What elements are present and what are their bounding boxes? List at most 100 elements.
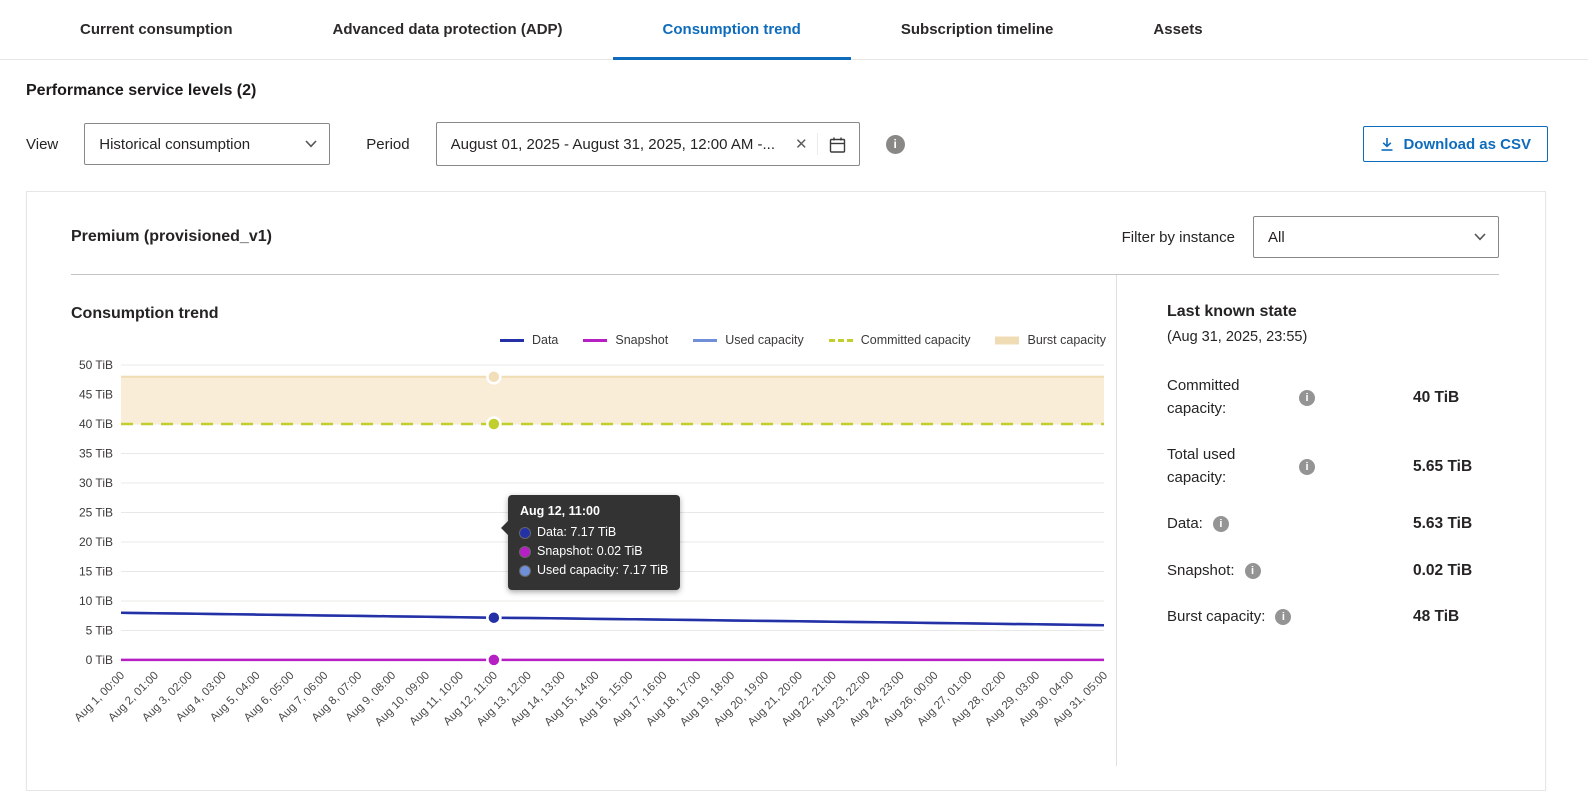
card-body: Consumption trend Data Snapshot Used capac… [27, 275, 1545, 766]
state-value: 5.63 TiB [1413, 515, 1499, 533]
state-label: Committed capacity: [1167, 375, 1289, 420]
legend-label: Snapshot [615, 333, 668, 347]
series-line-data [121, 613, 1104, 625]
y-tick-label: 0 TiB [86, 653, 113, 667]
state-row-snapshot: Snapshot: i 0.02 TiB [1167, 560, 1499, 583]
legend-item-used-capacity[interactable]: Used capacity [692, 333, 804, 347]
legend-swatch-data [499, 336, 525, 345]
state-label-wrap: Burst capacity: i [1167, 606, 1413, 629]
legend-label: Committed capacity [861, 333, 971, 347]
state-value: 48 TiB [1413, 608, 1499, 626]
view-dropdown[interactable]: Historical consumption [84, 123, 330, 165]
marker-burst-capacity[interactable] [487, 370, 500, 383]
state-rows: Committed capacity: i 40 TiB Total used cap… [1167, 375, 1499, 629]
state-row-burst-capacity: Burst capacity: i 48 TiB [1167, 606, 1499, 629]
tab-label: Advanced data protection (ADP) [333, 21, 563, 38]
legend-swatch-snapshot [582, 336, 608, 345]
y-tick-label: 5 TiB [86, 624, 113, 638]
chart-tooltip: Aug 12, 11:00 Data: 7.17 TiBSnapshot: 0.… [508, 495, 680, 590]
legend-item-burst-capacity[interactable]: Burst capacity [994, 333, 1106, 347]
y-tick-label: 35 TiB [79, 447, 113, 461]
y-tick-label: 20 TiB [79, 535, 113, 549]
state-label-wrap: Total used capacity:i [1167, 444, 1413, 489]
state-label-wrap: Committed capacity: i [1167, 375, 1413, 420]
info-icon-data[interactable]: i [1213, 516, 1229, 532]
tooltip-rows: Data: 7.17 TiBSnapshot: 0.02 TiBUsed cap… [520, 523, 668, 580]
state-label-wrap: Snapshot: i [1167, 560, 1413, 583]
tooltip-row: Snapshot: 0.02 TiB [520, 542, 668, 561]
period-value: August 01, 2025 - August 31, 2025, 12:00… [451, 136, 786, 153]
chart-section: Consumption trend Data Snapshot Used capac… [27, 275, 1116, 766]
info-icon-snapshot[interactable]: i [1245, 563, 1261, 579]
state-value: 5.65 TiB [1413, 458, 1499, 476]
marker-snapshot[interactable] [487, 653, 500, 666]
y-tick-label: 30 TiB [79, 476, 113, 490]
legend-item-data[interactable]: Data [499, 333, 558, 347]
info-icon-committed-capacity[interactable]: i [1299, 390, 1315, 406]
marker-committed-capacity[interactable] [487, 418, 500, 431]
service-level-card: Premium (provisioned_v1) Filter by insta… [26, 191, 1546, 791]
tooltip-series-dot [520, 566, 530, 576]
download-csv-button[interactable]: Download as CSV [1363, 126, 1548, 162]
period-info-icon[interactable]: i [886, 135, 905, 154]
last-known-state-title: Last known state [1167, 303, 1499, 321]
tab-assets[interactable]: Assets [1103, 0, 1252, 59]
info-icon-total-used-capacity[interactable]: i [1299, 459, 1315, 475]
info-icon-burst-capacity[interactable]: i [1275, 609, 1291, 625]
controls-row: View Historical consumption Period Augus… [26, 122, 1548, 166]
tooltip-row-text: Data: 7.17 TiB [537, 523, 616, 542]
tab-label: Subscription timeline [901, 21, 1054, 38]
state-row-total-used-capacity: Total used capacity:i5.65 TiB [1167, 444, 1499, 489]
card-title: Premium (provisioned_v1) [71, 228, 272, 246]
tab-current-consumption[interactable]: Current consumption [30, 0, 283, 59]
legend-item-committed-capacity[interactable]: Committed capacity [828, 333, 971, 347]
marker-data[interactable] [487, 611, 500, 624]
period-input[interactable]: August 01, 2025 - August 31, 2025, 12:00… [436, 122, 860, 166]
y-tick-label: 15 TiB [79, 565, 113, 579]
filter-by-instance: Filter by instance All [1122, 216, 1499, 258]
download-icon [1380, 137, 1394, 152]
page-title: Performance service levels (2) [26, 82, 1548, 100]
chart-legend: Data Snapshot Used capacity Committed capac… [71, 333, 1106, 347]
view-label: View [26, 136, 58, 153]
instance-filter-dropdown[interactable]: All [1253, 216, 1499, 258]
tooltip-series-dot [520, 547, 530, 557]
chevron-down-icon [305, 140, 317, 148]
y-tick-label: 10 TiB [79, 594, 113, 608]
tooltip-row: Data: 7.17 TiB [520, 523, 668, 542]
download-csv-label: Download as CSV [1403, 136, 1531, 153]
tab-label: Consumption trend [663, 21, 801, 38]
state-label-wrap: Data: i [1167, 513, 1413, 536]
legend-swatch-used-capacity [692, 336, 718, 345]
tab-bar: Current consumption Advanced data protect… [0, 0, 1588, 60]
legend-label: Burst capacity [1027, 333, 1106, 347]
legend-label: Data [532, 333, 558, 347]
legend-swatch-burst-capacity [994, 336, 1020, 345]
last-known-state-timestamp: (Aug 31, 2025, 23:55) [1167, 329, 1499, 345]
tooltip-series-dot [520, 528, 530, 538]
y-tick-label: 45 TiB [79, 388, 113, 402]
tab-consumption-trend[interactable]: Consumption trend [613, 0, 851, 59]
state-value: 40 TiB [1413, 389, 1499, 407]
calendar-icon[interactable] [817, 133, 851, 155]
state-label: Burst capacity: [1167, 606, 1265, 629]
tooltip-row-text: Used capacity: 7.17 TiB [537, 561, 668, 580]
state-row-committed-capacity: Committed capacity: i 40 TiB [1167, 375, 1499, 420]
last-known-state-panel: Last known state (Aug 31, 2025, 23:55) C… [1117, 275, 1545, 766]
state-row-data: Data: i 5.63 TiB [1167, 513, 1499, 536]
state-value: 0.02 TiB [1413, 562, 1499, 580]
clear-period-icon[interactable]: ✕ [786, 135, 817, 153]
tab-subscription-timeline[interactable]: Subscription timeline [851, 0, 1104, 59]
y-tick-label: 25 TiB [79, 506, 113, 520]
tooltip-title: Aug 12, 11:00 [520, 504, 668, 518]
tab-label: Current consumption [80, 21, 233, 38]
chart-title: Consumption trend [71, 305, 1116, 323]
state-label: Data: [1167, 513, 1203, 536]
consumption-trend-chart[interactable]: 0 TiB 5 TiB 10 TiB 15 TiB 20 TiB 25 TiB 30 TiB… [71, 355, 1106, 755]
filter-label: Filter by instance [1122, 229, 1235, 246]
legend-swatch-committed-capacity [828, 336, 854, 345]
tab-advanced-data-protection-adp[interactable]: Advanced data protection (ADP) [283, 0, 613, 59]
y-tick-label: 40 TiB [79, 417, 113, 431]
state-label: Snapshot: [1167, 560, 1235, 583]
legend-item-snapshot[interactable]: Snapshot [582, 333, 668, 347]
